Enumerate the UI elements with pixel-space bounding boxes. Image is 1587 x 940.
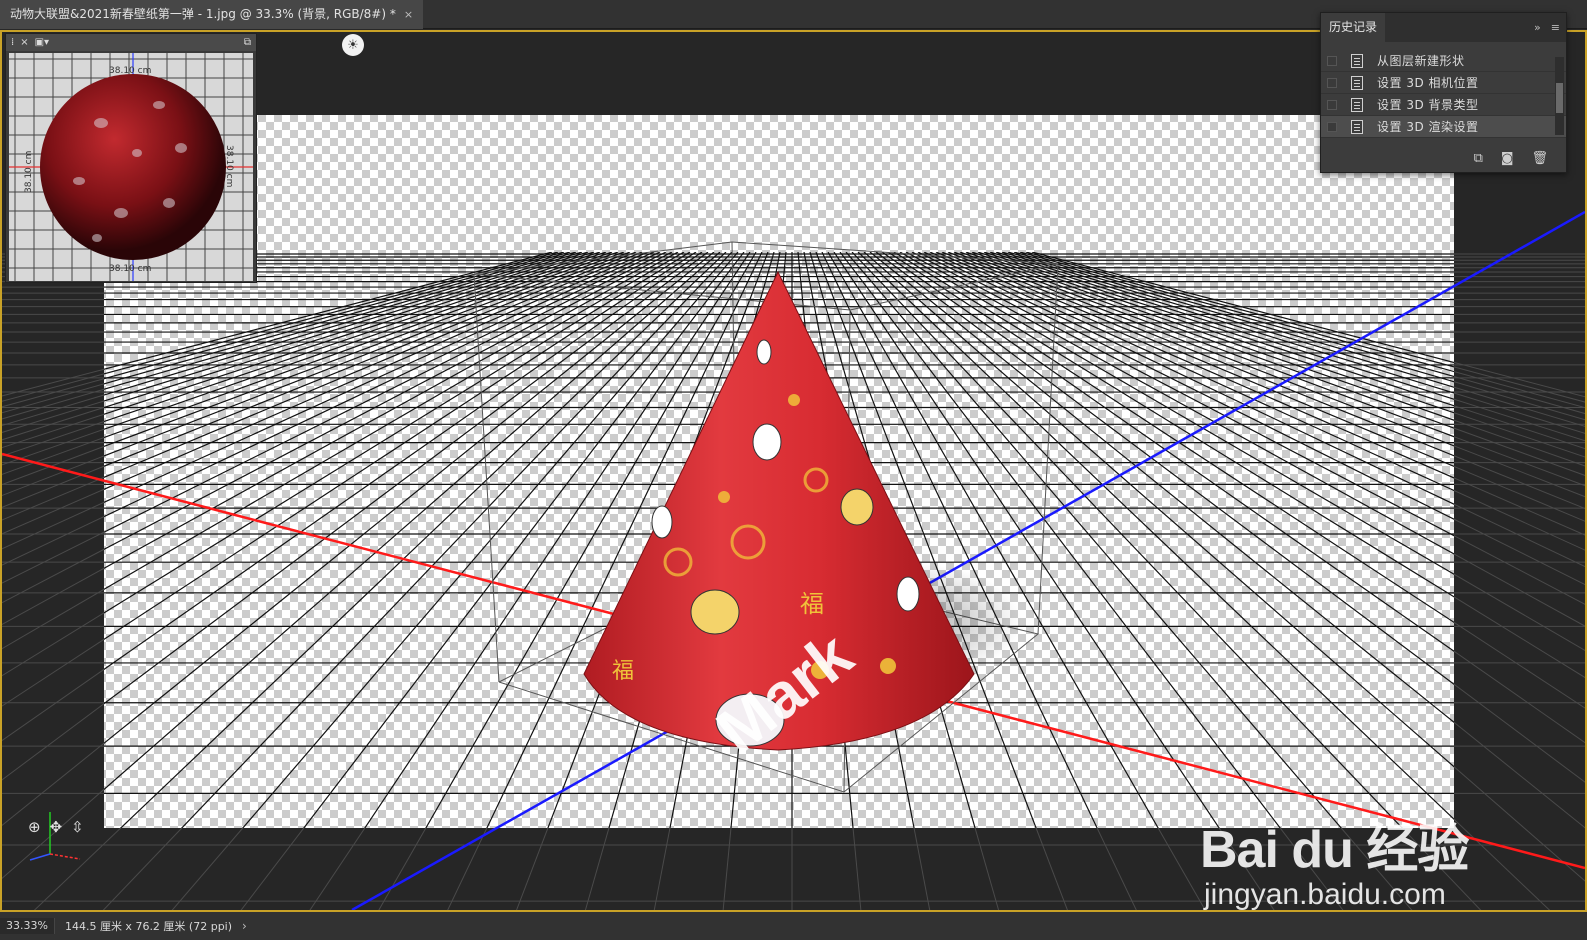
secondary-view-header: ⁞ × ▣▾ ⧉ xyxy=(6,34,256,51)
trash-icon[interactable]: 🗑 xyxy=(1531,151,1548,166)
history-state-icon xyxy=(1351,119,1363,134)
pan-camera-icon[interactable]: ✥ xyxy=(50,818,63,836)
scrollbar-thumb[interactable] xyxy=(1556,83,1563,113)
fu-character-1: 福 xyxy=(800,590,824,618)
dimension-left-label: 38.10 cm xyxy=(24,151,34,193)
tab-history[interactable]: 历史记录 xyxy=(1321,13,1386,42)
camera-snapshot-icon[interactable]: ◙ xyxy=(1501,151,1514,166)
history-brush-checkbox[interactable] xyxy=(1327,55,1337,66)
history-brush-checkbox[interactable] xyxy=(1327,121,1337,132)
history-panel-footer: ⧉ ◙ 🗑 xyxy=(1321,144,1566,172)
view-select-icon[interactable]: ▣▾ xyxy=(35,37,49,48)
history-state-icon xyxy=(1351,97,1363,112)
new-document-from-state-icon[interactable]: ⧉ xyxy=(1474,151,1483,166)
status-menu-arrow-icon[interactable]: › xyxy=(242,919,247,933)
history-state-label: 从图层新建形状 xyxy=(1377,54,1465,68)
3d-camera-tools: ⊕ ✥ ⇳ xyxy=(28,818,84,836)
fu-character-2: 福 xyxy=(612,659,634,684)
history-scrollbar[interactable] xyxy=(1555,57,1564,135)
swap-view-icon[interactable]: ⧉ xyxy=(244,37,251,48)
close-document-icon[interactable]: × xyxy=(404,0,413,29)
history-state-icon xyxy=(1351,75,1363,90)
dimension-bottom-label: 38.10 cm xyxy=(109,264,151,274)
3d-secondary-view[interactable]: ⁞ × ▣▾ ⧉ 38.10 cm 38.10 cm 38.10 cm 38.1… xyxy=(5,33,257,283)
close-secondary-view-icon[interactable]: × xyxy=(20,37,28,48)
dolly-camera-icon[interactable]: ⇳ xyxy=(71,818,84,836)
panel-menu-icon[interactable]: ≡ xyxy=(1551,21,1560,34)
photoshop-window: 动物大联盟&2021新春壁纸第一弹 - 1.jpg @ 33.3% (背景, R… xyxy=(0,0,1587,940)
dimension-top-label: 38.10 cm xyxy=(109,66,151,76)
history-state-item[interactable]: 设置 3D 相机位置 xyxy=(1321,72,1566,94)
status-bar: 33.33% 144.5 厘米 x 76.2 厘米 (72 ppi) › xyxy=(0,912,1587,940)
grip-icon[interactable]: ⁞ xyxy=(11,37,14,48)
light-bulb-icon[interactable]: ☀ xyxy=(342,34,364,56)
document-size-info: 144.5 厘米 x 76.2 厘米 (72 ppi) xyxy=(64,920,233,933)
history-state-item-selected[interactable]: 设置 3D 渲染设置 xyxy=(1321,116,1566,138)
history-brush-checkbox[interactable] xyxy=(1327,77,1337,88)
history-state-label: 设置 3D 相机位置 xyxy=(1377,76,1479,90)
document-tab-title: 动物大联盟&2021新春壁纸第一弹 - 1.jpg @ 33.3% (背景, R… xyxy=(10,7,396,21)
zoom-level-field[interactable]: 33.33% xyxy=(0,918,55,934)
history-panel-header: 历史记录 » ≡ xyxy=(1321,13,1566,42)
document-tab[interactable]: 动物大联盟&2021新春壁纸第一弹 - 1.jpg @ 33.3% (背景, R… xyxy=(0,0,424,29)
secondary-view-viewport[interactable]: 38.10 cm 38.10 cm 38.10 cm 38.10 cm xyxy=(9,53,253,281)
history-state-label: 设置 3D 背景类型 xyxy=(1377,98,1479,112)
history-state-label: 设置 3D 渲染设置 xyxy=(1377,120,1479,134)
history-brush-checkbox[interactable] xyxy=(1327,99,1337,110)
history-state-icon xyxy=(1351,53,1363,68)
preview-sphere xyxy=(40,74,226,260)
rotate-camera-icon[interactable]: ⊕ xyxy=(28,818,41,836)
dimension-right-label: 38.10 cm xyxy=(224,145,234,187)
history-panel: 历史记录 » ≡ 从图层新建形状 设置 3D 相机位置 设置 3D 背景类型 设… xyxy=(1320,12,1567,173)
history-state-item[interactable]: 设置 3D 背景类型 xyxy=(1321,94,1566,116)
collapse-panel-icon[interactable]: » xyxy=(1534,21,1541,34)
history-state-item[interactable]: 从图层新建形状 xyxy=(1321,50,1566,72)
